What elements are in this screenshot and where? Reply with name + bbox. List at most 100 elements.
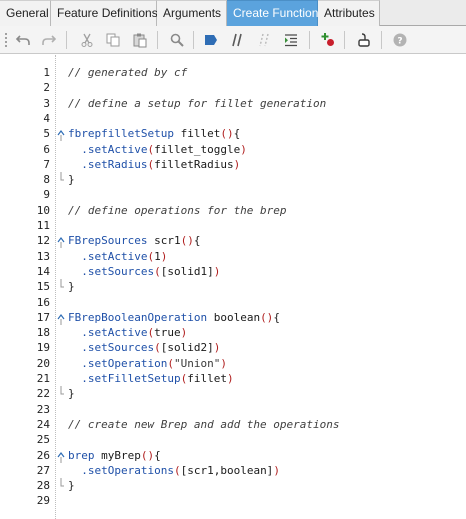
fold-marker-icon[interactable]	[57, 448, 65, 463]
copy-button[interactable]	[103, 30, 123, 50]
paste-button[interactable]	[130, 30, 150, 50]
comment-button[interactable]	[227, 30, 247, 50]
tab-feature-definitions[interactable]: Feature Definitions	[51, 0, 158, 26]
code-line[interactable]: 23	[0, 402, 466, 417]
tab-label: Arguments	[163, 6, 222, 20]
run-button[interactable]	[354, 30, 374, 50]
code-line[interactable]: 6 .setActive(fillet_toggle)	[0, 142, 466, 157]
tab-create-function[interactable]: Create Function	[227, 0, 318, 26]
code-line[interactable]: 5 fbrepfilletSetup fillet(){	[0, 126, 466, 142]
fold-marker-icon[interactable]	[57, 233, 65, 249]
code-line[interactable]: 12 FBrepSources scr1(){	[0, 233, 466, 249]
line-number: 29	[36, 494, 50, 508]
line-number: 6	[43, 142, 50, 156]
line-number: 20	[36, 356, 50, 370]
toolbar-divider	[309, 31, 310, 49]
toolbar-divider	[381, 31, 382, 49]
code-line[interactable]: 2	[0, 80, 466, 95]
paste-icon	[133, 33, 147, 48]
code-line[interactable]: 8}	[0, 172, 466, 187]
uncomment-button[interactable]	[254, 30, 274, 50]
line-number: 26	[36, 448, 50, 462]
fold-end-icon	[57, 279, 65, 294]
code-line[interactable]: 3 // define a setup for fillet generation	[0, 96, 466, 111]
fold-marker-icon[interactable]	[57, 126, 65, 142]
code-line[interactable]: 15}	[0, 279, 466, 294]
code-line[interactable]: 20 .setOperation("Union")	[0, 356, 466, 371]
toolbar-divider	[344, 31, 345, 49]
line-number: 8	[43, 173, 50, 187]
code-line[interactable]: 24 // create new Brep and add the operati…	[0, 417, 466, 432]
line-number: 5	[43, 127, 50, 141]
line-number: 17	[36, 310, 50, 324]
code-text: .setOperations([scr1,boolean])	[81, 463, 280, 477]
code-line[interactable]: 13 .setActive(1)	[0, 249, 466, 264]
code-line[interactable]: 21 .setFilletSetup(fillet)	[0, 371, 466, 386]
code-line[interactable]: 29	[0, 493, 466, 508]
code-text: // generated by cf	[68, 66, 188, 79]
line-number: 2	[43, 81, 50, 95]
code-text: // create new Brep and add the operation…	[68, 417, 340, 431]
code-line[interactable]: 19 .setSources([solid2])	[0, 340, 466, 355]
code-text: .setRadius(filletRadius)	[81, 157, 241, 171]
code-line[interactable]: 27 .setOperations([scr1,boolean])	[0, 463, 466, 478]
code-text: // define operations for the brep	[68, 203, 287, 217]
tab-general[interactable]: General	[0, 0, 51, 26]
find-button[interactable]	[167, 30, 187, 50]
indent-button[interactable]	[281, 30, 301, 50]
line-number: 7	[43, 157, 50, 171]
redo-button[interactable]	[39, 30, 59, 50]
code-text: }	[68, 387, 75, 401]
code-line[interactable]: 11	[0, 218, 466, 233]
tab-bar: General Feature Definitions Arguments Cr…	[0, 0, 466, 26]
line-number: 13	[36, 249, 50, 263]
line-number: 15	[36, 280, 50, 294]
line-number: 16	[36, 295, 50, 309]
cut-button[interactable]	[77, 30, 97, 50]
code-line[interactable]: 26 brep myBrep(){	[0, 448, 466, 463]
code-text: }	[68, 479, 75, 493]
tab-attributes[interactable]: Attributes	[318, 0, 380, 26]
line-number: 24	[36, 417, 50, 431]
code-line[interactable]: 7 .setRadius(filletRadius)	[0, 157, 466, 172]
code-line[interactable]: 4	[0, 111, 466, 126]
editor-toolbar: ?	[0, 26, 466, 54]
redo-icon	[42, 35, 57, 45]
tab-arguments[interactable]: Arguments	[157, 0, 227, 26]
fold-end-icon	[57, 172, 65, 187]
code-line[interactable]: 28}	[0, 478, 466, 493]
code-line[interactable]: 18 .setActive(true)	[0, 325, 466, 340]
toolbar-grip[interactable]	[4, 32, 8, 48]
undo-button[interactable]	[13, 30, 33, 50]
code-text: .setSources([solid2])	[81, 341, 221, 355]
line-number: 25	[36, 433, 50, 447]
code-text: .setActive(fillet_toggle)	[81, 142, 247, 156]
line-number: 28	[36, 479, 50, 493]
code-text: fbrepfilletSetup fillet(){	[68, 127, 241, 141]
help-button[interactable]: ?	[390, 30, 410, 50]
tab-label: Feature Definitions	[57, 6, 158, 20]
bookmark-button[interactable]	[201, 30, 221, 50]
code-text: brep myBrep(){	[68, 448, 161, 462]
search-icon	[170, 33, 184, 47]
code-text: FBrepSources scr1(){	[68, 234, 201, 248]
code-line[interactable]: 9	[0, 187, 466, 202]
toolbar-divider	[66, 31, 67, 49]
code-editor[interactable]: 1 // generated by cf 2 3 // define a setup f…	[0, 55, 466, 519]
code-line[interactable]: 25	[0, 432, 466, 447]
help-icon: ?	[393, 33, 407, 47]
code-line[interactable]: 16	[0, 295, 466, 310]
code-line[interactable]: 14 .setSources([solid1])	[0, 264, 466, 279]
fold-marker-icon[interactable]	[57, 310, 65, 325]
tab-label: General	[6, 6, 49, 20]
code-text: .setActive(1)	[81, 249, 168, 263]
code-line[interactable]: 22}	[0, 386, 466, 401]
fold-end-icon	[57, 478, 65, 493]
code-line[interactable]: 17 FBrepBooleanOperation boolean(){	[0, 310, 466, 325]
code-text: .setFilletSetup(fillet)	[81, 372, 234, 385]
code-line[interactable]: 1 // generated by cf	[0, 65, 466, 80]
code-line[interactable]: 10 // define operations for the brep	[0, 203, 466, 218]
add-breakpoint-button[interactable]	[318, 30, 338, 50]
code-text: // define a setup for fillet generation	[68, 96, 327, 110]
undo-icon	[15, 35, 30, 45]
